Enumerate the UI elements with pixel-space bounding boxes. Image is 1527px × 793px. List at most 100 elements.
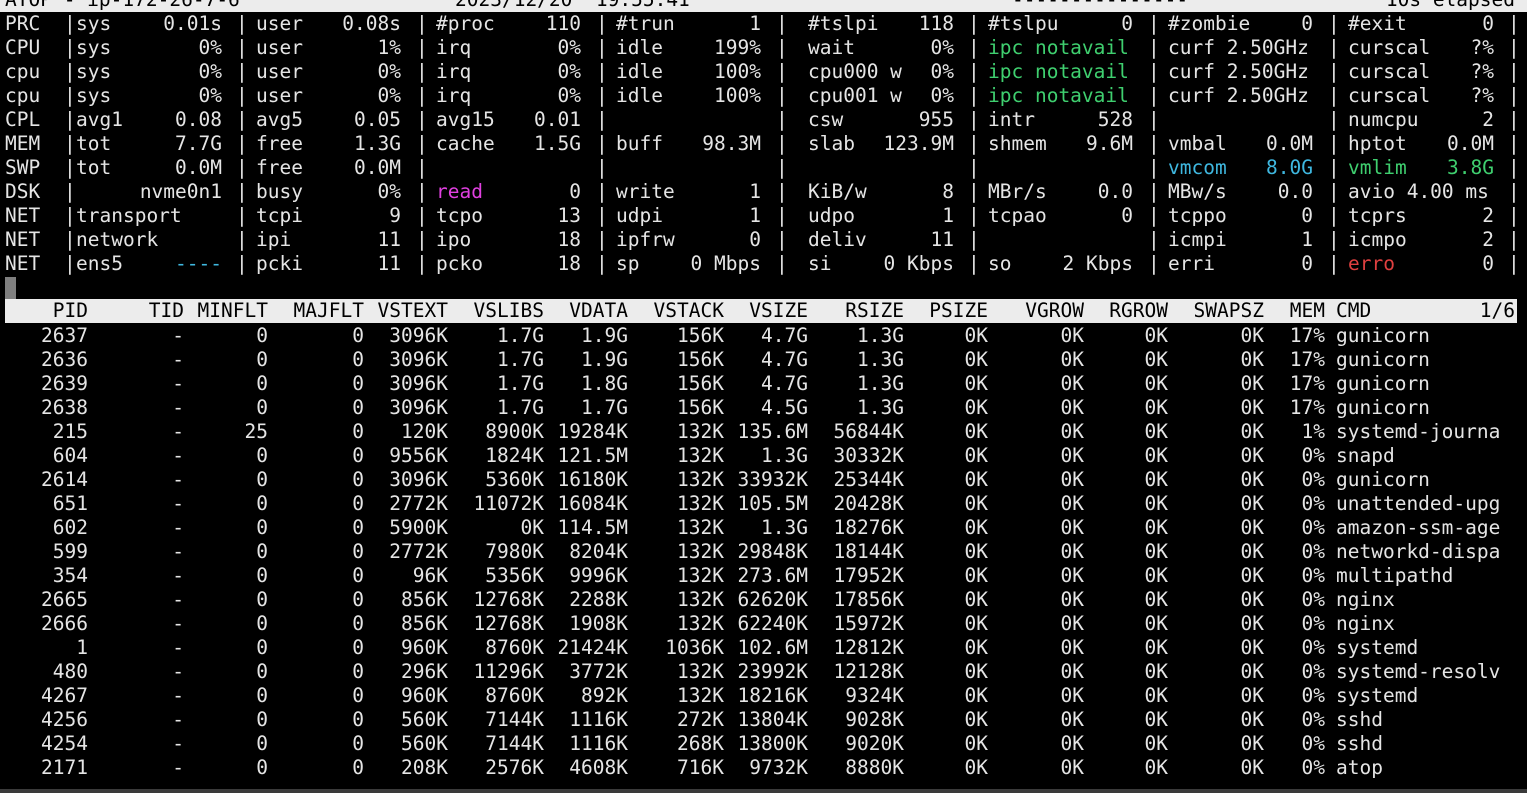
cell-vstack: 716K — [677, 756, 724, 779]
table-row[interactable]: 215 - 25 0 120K 8900K 19284K 132K 135.6M 56844K 0K… — [0, 420, 1527, 444]
cell-vdata: 21424K — [557, 636, 628, 659]
column-separator: | — [776, 156, 788, 179]
cell-vgrow: 0K — [1060, 324, 1084, 347]
cell-rgrow: 0K — [1144, 516, 1168, 539]
stat-key: avg1 — [76, 108, 123, 131]
table-row[interactable]: 2171 - 0 0 208K 2576K 4608K 716K 9732K 8880K 0K 0K 0… — [0, 756, 1527, 780]
table-row[interactable]: 480 - 0 0 296K 11296K 3772K 132K 23992K 12128K 0K 0… — [0, 660, 1527, 684]
stat-value: 1 — [749, 12, 761, 35]
cell-vdata: 1116K — [569, 732, 628, 755]
system-line-cpl: CPL | | | | | | | | | avg1 0.08 avg5 0.05 avg15 0.01 csw… — [0, 108, 1527, 132]
cell-swapsz: 0K — [1240, 492, 1264, 515]
cell-vsize: 4.5G — [761, 396, 808, 419]
cell-rgrow: 0K — [1144, 564, 1168, 587]
cell-minflt: 0 — [256, 660, 268, 683]
column-header-rgrow: RGROW — [1109, 299, 1168, 322]
cell-rsize: 18276K — [833, 516, 904, 539]
stat-value: 528 — [1097, 108, 1133, 131]
table-row[interactable]: 4267 - 0 0 960K 8760K 892K 132K 18216K 9324K 0K 0K 0… — [0, 684, 1527, 708]
stat-value: 0% — [198, 36, 222, 59]
table-row[interactable]: 2638 - 0 0 3096K 1.7G 1.7G 156K 4.5G 1.3G 0K 0K 0K 0K… — [0, 396, 1527, 420]
table-row[interactable]: 1 - 0 0 960K 8760K 21424K 1036K 102.6M 12812K 0K 0K… — [0, 636, 1527, 660]
stat-key: tcprs — [1348, 204, 1407, 227]
column-separator: | — [236, 84, 248, 107]
stat-value: ?% — [1470, 60, 1494, 83]
cell-mem: 0% — [1301, 708, 1325, 731]
column-separator: | — [1328, 36, 1340, 59]
table-row[interactable]: 354 - 0 0 96K 5356K 9996K 132K 273.6M 17952K 0K 0K 0… — [0, 564, 1527, 588]
table-row[interactable]: 599 - 0 0 2772K 7980K 8204K 132K 29848K 18144K 0K 0… — [0, 540, 1527, 564]
cell-majflt: 0 — [352, 612, 364, 635]
column-separator: | — [1328, 132, 1340, 155]
stat-value: 100% — [714, 84, 761, 107]
column-header-rsize: RSIZE — [845, 299, 904, 322]
column-separator: | — [236, 180, 248, 203]
cell-vslibs: 2576K — [485, 756, 544, 779]
stat-value: 0 — [1301, 204, 1313, 227]
cell-vsize: 273.6M — [737, 564, 808, 587]
column-separator: | — [416, 108, 428, 131]
atop-terminal[interactable]: ATOP - ip-172-26-7-6 2023/12/20 19:55:41… — [0, 0, 1527, 793]
cell-vstack: 1036K — [665, 636, 724, 659]
table-row[interactable]: 2665 - 0 0 856K 12768K 2288K 132K 62620K 17856K 0K… — [0, 588, 1527, 612]
stat-key: sp — [616, 252, 640, 275]
cell-psize: 0K — [964, 348, 988, 371]
stat-key: udpi — [616, 204, 663, 227]
table-row[interactable]: 2639 - 0 0 3096K 1.7G 1.8G 156K 4.7G 1.3G 0K 0K 0K 0K… — [0, 372, 1527, 396]
line-label: MEM — [5, 132, 41, 155]
cell-rgrow: 0K — [1144, 420, 1168, 443]
cell-vstack: 132K — [677, 516, 724, 539]
table-row[interactable]: 2637 - 0 0 3096K 1.7G 1.9G 156K 4.7G 1.3G 0K 0K 0K 0K… — [0, 324, 1527, 348]
cell-vsize: 33932K — [737, 468, 808, 491]
cell-rgrow: 0K — [1144, 396, 1168, 419]
cell-vdata: 1.8G — [581, 372, 628, 395]
cell-vgrow: 0K — [1060, 660, 1084, 683]
table-row[interactable]: 4254 - 0 0 560K 7144K 1116K 268K 13800K 9020K 0K 0K… — [0, 732, 1527, 756]
table-row[interactable]: 2614 - 0 0 3096K 5360K 16180K 132K 33932K 25344K 0… — [0, 468, 1527, 492]
table-row[interactable]: 602 - 0 0 5900K 0K 114.5M 132K 1.3G 18276K 0K 0K 0K 0… — [0, 516, 1527, 540]
cell-minflt: 0 — [256, 372, 268, 395]
stat-key: MBr/s — [988, 180, 1047, 203]
terminal-cursor — [5, 277, 16, 299]
table-row[interactable]: 651 - 0 0 2772K 11072K 16084K 132K 105.5M 20428K 0… — [0, 492, 1527, 516]
cell-psize: 0K — [964, 636, 988, 659]
stat-key: #exit — [1348, 12, 1407, 35]
stat-key: ipo — [436, 228, 472, 251]
column-separator: | — [416, 156, 428, 179]
cell-cmd: systemd — [1336, 636, 1419, 659]
cell-psize: 0K — [964, 396, 988, 419]
cell-minflt: 0 — [256, 756, 268, 779]
cell-vgrow: 0K — [1060, 420, 1084, 443]
table-row[interactable]: 2666 - 0 0 856K 12768K 1908K 132K 62240K 15972K 0K… — [0, 612, 1527, 636]
cell-vslibs: 12768K — [473, 588, 544, 611]
cell-vdata: 16084K — [557, 492, 628, 515]
stat-value: 0 — [1482, 12, 1494, 35]
column-separator: | — [596, 204, 608, 227]
cell-vdata: 1116K — [569, 708, 628, 731]
column-separator: | — [1328, 156, 1340, 179]
table-row[interactable]: 2636 - 0 0 3096K 1.7G 1.9G 156K 4.7G 1.3G 0K 0K 0K 0K… — [0, 348, 1527, 372]
cell-rgrow: 0K — [1144, 660, 1168, 683]
cell-tid: - — [172, 684, 184, 707]
cell-vstext: 96K — [412, 564, 448, 587]
stat-value: 0 Kbps — [883, 252, 954, 275]
cell-vstack: 132K — [677, 588, 724, 611]
cell-psize: 0K — [964, 468, 988, 491]
cell-vslibs: 5356K — [485, 564, 544, 587]
line-label: DSK — [5, 180, 41, 203]
cell-vdata: 1.9G — [581, 324, 628, 347]
cell-vdata: 892K — [581, 684, 628, 707]
stat-value: 0.0 — [1277, 180, 1313, 203]
cell-pid: 2171 — [41, 756, 88, 779]
cell-pid: 2637 — [41, 324, 88, 347]
column-separator: | — [416, 36, 428, 59]
line-label: CPL — [5, 108, 41, 131]
table-row[interactable]: 604 - 0 0 9556K 1824K 121.5M 132K 1.3G 30332K 0K 0K… — [0, 444, 1527, 468]
stat-value: 11 — [930, 228, 954, 251]
table-row[interactable]: 4256 - 0 0 560K 7144K 1116K 272K 13804K 9028K 0K 0K… — [0, 708, 1527, 732]
stat-value: 1 — [749, 204, 761, 227]
cell-majflt: 0 — [352, 396, 364, 419]
cell-vslibs: 8760K — [485, 684, 544, 707]
column-separator: | — [416, 228, 428, 251]
stat-key: busy — [256, 180, 303, 203]
